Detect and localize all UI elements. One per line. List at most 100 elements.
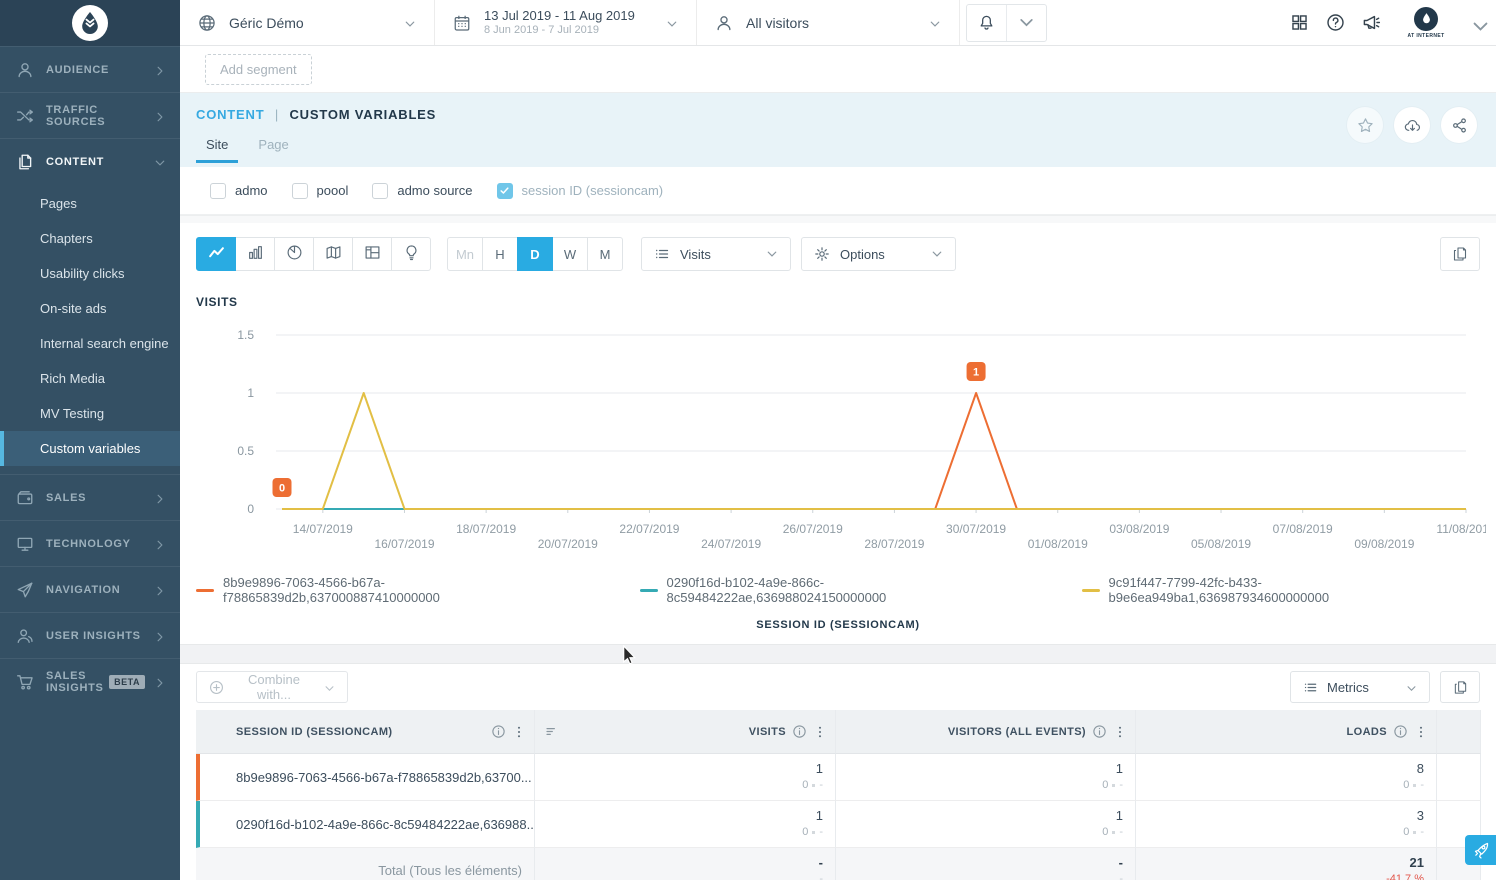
- sidebar-subitem-custom-variables[interactable]: Custom variables: [0, 431, 180, 466]
- row-name-cell: 8b9e9896-7063-4566-b67a-f78865839d2b,637…: [196, 754, 535, 801]
- row-name-cell: 0290f16d-b102-4a9e-866c-8c59484222ae,636…: [196, 801, 535, 848]
- options-dropdown[interactable]: Options: [801, 237, 956, 271]
- tab-page[interactable]: Page: [248, 133, 298, 163]
- legend-item[interactable]: 8b9e9896-7063-4566-b67a-f78865839d2b,637…: [196, 575, 600, 605]
- chart-type-pie-chart-icon[interactable]: [274, 237, 314, 271]
- rocket-launcher-button[interactable]: [1465, 835, 1496, 865]
- chevron-down-icon[interactable]: [1471, 17, 1483, 29]
- granularity-mn[interactable]: Mn: [447, 237, 483, 271]
- info-icon[interactable]: [491, 724, 506, 739]
- help-icon[interactable]: [1326, 13, 1345, 32]
- checkbox[interactable]: [372, 183, 388, 199]
- date-range-comparison: 8 Jun 2019 - 7 Jul 2019: [484, 24, 666, 38]
- chart-type-lightbulb-icon[interactable]: [391, 237, 431, 271]
- granularity-w[interactable]: W: [552, 237, 588, 271]
- segment-selector[interactable]: All visitors: [697, 0, 960, 45]
- column-label: VISITORS (ALL EVENTS): [948, 726, 1086, 738]
- share-button[interactable]: [1441, 107, 1477, 143]
- sidebar-item-user-insights[interactable]: USER INSIGHTS: [0, 612, 180, 658]
- megaphone-icon[interactable]: [1362, 13, 1381, 32]
- add-segment-button[interactable]: Add segment: [205, 54, 312, 85]
- kebab-menu-icon[interactable]: [1113, 725, 1127, 739]
- sidebar-item-sales-insights[interactable]: SALES INSIGHTS BETA: [0, 658, 180, 704]
- column-header-visitors-all-events[interactable]: VISITORS (ALL EVENTS): [836, 710, 1136, 754]
- sidebar: AUDIENCE TRAFFIC SOURCES CONTENT PagesCh…: [0, 0, 180, 880]
- sidebar-item-technology[interactable]: TECHNOLOGY: [0, 520, 180, 566]
- sidebar-item-content[interactable]: CONTENT: [0, 138, 180, 184]
- sidebar-item-traffic-sources[interactable]: TRAFFIC SOURCES: [0, 92, 180, 138]
- column-header-loads[interactable]: LOADS: [1136, 710, 1437, 754]
- table-row[interactable]: 0290f16d-b102-4a9e-866c-8c59484222ae,636…: [196, 801, 1481, 848]
- metric-dropdown[interactable]: Visits: [641, 237, 791, 271]
- download-button[interactable]: [1394, 107, 1430, 143]
- sidebar-item-audience[interactable]: AUDIENCE: [0, 46, 180, 92]
- svg-text:0: 0: [247, 502, 254, 516]
- sidebar-item-navigation[interactable]: NAVIGATION: [0, 566, 180, 612]
- info-icon[interactable]: [1393, 724, 1408, 739]
- table-export-button[interactable]: [1440, 671, 1480, 703]
- combine-with-button[interactable]: Combine with...: [196, 671, 348, 703]
- legend-item[interactable]: 9c91f447-7799-42fc-b433-b9e6ea949ba1,636…: [1082, 575, 1480, 605]
- granularity-m[interactable]: M: [587, 237, 623, 271]
- granularity-d[interactable]: D: [517, 237, 553, 271]
- chart-type-bar-chart-icon[interactable]: [235, 237, 275, 271]
- chart-type-layout-icon[interactable]: [352, 237, 392, 271]
- kebab-menu-icon[interactable]: [813, 725, 827, 739]
- sort-indicator-icon[interactable]: [545, 725, 558, 738]
- app-logo[interactable]: [0, 0, 180, 46]
- bell-icon[interactable]: [967, 5, 1006, 41]
- chevron-right-icon: [154, 64, 166, 76]
- apps-grid-icon[interactable]: [1290, 13, 1309, 32]
- column-header-spacer: [1437, 710, 1481, 754]
- chart-export-button[interactable]: [1440, 237, 1480, 271]
- sidebar-subitem-internal-search-engine[interactable]: Internal search engine: [0, 326, 180, 361]
- checkbox[interactable]: [210, 183, 226, 199]
- kebab-menu-icon[interactable]: [1414, 725, 1428, 739]
- globe-icon: [198, 14, 216, 32]
- svg-text:1: 1: [247, 386, 254, 400]
- granularity-h[interactable]: H: [482, 237, 518, 271]
- filter-admo-source[interactable]: admo source: [372, 183, 472, 199]
- favorite-button[interactable]: [1347, 107, 1383, 143]
- cell-visitors-all-events: 10-: [836, 801, 1136, 848]
- filter-poool[interactable]: poool: [292, 183, 349, 199]
- tab-site[interactable]: Site: [196, 133, 238, 163]
- filter-admo[interactable]: admo: [210, 183, 268, 199]
- site-selector[interactable]: Géric Démo: [180, 0, 435, 45]
- filter-session-id-sessioncam[interactable]: session ID (sessioncam): [497, 183, 664, 199]
- account-menu[interactable]: AT INTERNET: [1398, 7, 1454, 39]
- legend-item[interactable]: 0290f16d-b102-4a9e-866c-8c59484222ae,636…: [640, 575, 1042, 605]
- metrics-dropdown[interactable]: Metrics: [1290, 671, 1430, 703]
- sidebar-subitem-usability-clicks[interactable]: Usability clicks: [0, 256, 180, 291]
- checkbox[interactable]: [292, 183, 308, 199]
- sidebar-subitem-rich-media[interactable]: Rich Media: [0, 361, 180, 396]
- chevron-down-icon[interactable]: [1006, 5, 1046, 41]
- sidebar-subitem-pages[interactable]: Pages: [0, 186, 180, 221]
- column-header-visits[interactable]: VISITS: [535, 710, 836, 754]
- chart-type-map-icon[interactable]: [313, 237, 353, 271]
- chart-type-line-chart-icon[interactable]: [196, 237, 236, 271]
- sidebar-subitem-chapters[interactable]: Chapters: [0, 221, 180, 256]
- cell-loads: 30-: [1136, 801, 1437, 848]
- column-header-session-id-sessioncam[interactable]: SESSION ID (SESSIONCAM): [196, 710, 535, 754]
- info-icon[interactable]: [1092, 724, 1107, 739]
- sidebar-subitem-mv-testing[interactable]: MV Testing: [0, 396, 180, 431]
- page-header: CONTENT | CUSTOM VARIABLES SitePage: [180, 93, 1496, 167]
- cell-value: 1: [816, 808, 823, 825]
- breadcrumb-section[interactable]: CONTENT: [196, 107, 264, 122]
- date-range-selector[interactable]: 13 Jul 2019 - 11 Aug 2019 8 Jun 2019 - 7…: [435, 0, 697, 45]
- kebab-menu-icon[interactable]: [512, 725, 526, 739]
- chevron-down-icon: [931, 248, 943, 260]
- main-area: Géric Démo 13 Jul 2019 - 11 Aug 2019 8 J…: [180, 0, 1496, 880]
- table-row[interactable]: 8b9e9896-7063-4566-b67a-f78865839d2b,637…: [196, 754, 1481, 801]
- dimension-label: SESSION ID (SESSIONCAM): [196, 619, 1480, 631]
- visits-line-chart[interactable]: 00.511.514/07/201916/07/201918/07/201920…: [196, 319, 1486, 569]
- sidebar-item-sales[interactable]: SALES: [0, 474, 180, 520]
- info-icon[interactable]: [792, 724, 807, 739]
- checkbox[interactable]: [497, 183, 513, 199]
- sidebar-subitem-on-site-ads[interactable]: On-site ads: [0, 291, 180, 326]
- traffic-sources-icon: [16, 107, 34, 125]
- brand-avatar-icon: [1414, 7, 1438, 31]
- svg-text:09/08/2019: 09/08/2019: [1354, 537, 1414, 551]
- comparison-value: 0-: [1403, 778, 1424, 792]
